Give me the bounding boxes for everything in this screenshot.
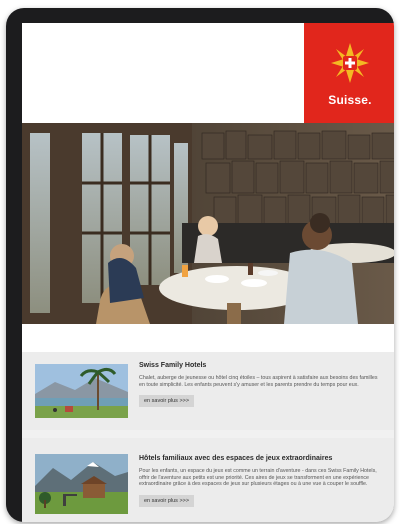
article-card: Hôtels familiaux avec des espaces de jeu… — [22, 438, 394, 522]
hero-image[interactable] — [22, 123, 394, 324]
article-text: Chalet, auberge de jeunesse ou hôtel cin… — [139, 375, 378, 388]
read-more-button[interactable]: en savoir plus >>> — [139, 395, 195, 407]
brand-logo[interactable]: Suisse. — [304, 23, 394, 123]
mountain-playground-photo — [35, 454, 128, 514]
brand-name: Suisse. — [328, 93, 372, 107]
divider-space — [22, 324, 394, 352]
article-thumbnail[interactable] — [35, 364, 128, 418]
article-title: Hôtels familiaux avec des espaces de jeu… — [139, 455, 333, 462]
header: Suisse. — [22, 23, 394, 123]
tablet-frame: Suisse. Swiss Family Hotels Chalet, aube… — [6, 8, 394, 522]
article-thumbnail[interactable] — [35, 454, 128, 514]
family-restaurant-photo — [22, 123, 394, 324]
article-body: Hôtels familiaux avec des espaces de jeu… — [139, 455, 384, 507]
article-title: Swiss Family Hotels — [139, 362, 207, 369]
read-more-button[interactable]: en savoir plus >>> — [139, 494, 195, 507]
swiss-star-cross-icon — [331, 43, 369, 83]
email-screen: Suisse. Swiss Family Hotels Chalet, aube… — [22, 23, 394, 522]
article-body: Swiss Family Hotels Chalet, auberge de j… — [139, 362, 384, 407]
lake-palm-photo — [35, 364, 128, 418]
article-card: Swiss Family Hotels Chalet, auberge de j… — [22, 352, 394, 430]
article-text: Pour les enfants, un espace du jeux est … — [139, 468, 377, 487]
